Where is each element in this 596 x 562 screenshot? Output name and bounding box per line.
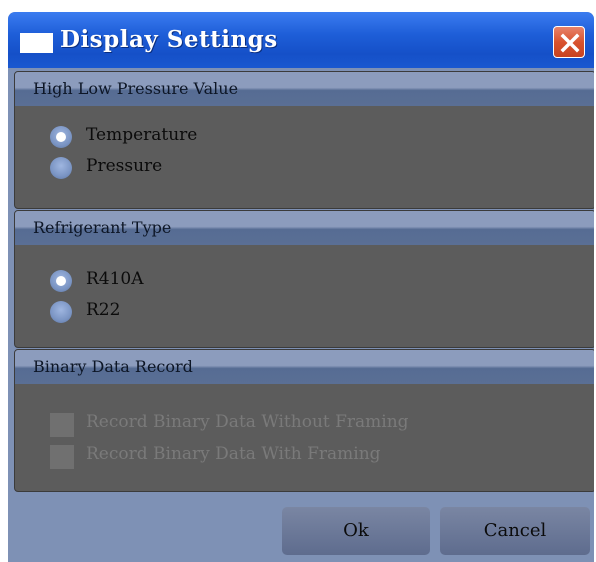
close-button[interactable] <box>553 26 585 58</box>
checkbox-label: Record Binary Data With Framing <box>86 444 381 464</box>
group-header: Refrigerant Type <box>15 211 594 245</box>
radio-label: Temperature <box>86 125 198 145</box>
group-title: Binary Data Record <box>33 357 193 376</box>
radio-label: Pressure <box>86 156 163 176</box>
checkbox-disabled[interactable] <box>50 413 74 437</box>
group-header: Binary Data Record <box>15 350 594 384</box>
close-icon <box>560 33 580 53</box>
group-high-low-pressure: High Low Pressure Value Temperature Pres… <box>14 71 594 209</box>
cancel-button[interactable]: Cancel <box>440 507 590 555</box>
window-title: Display Settings <box>60 26 278 53</box>
window-icon <box>20 33 53 53</box>
radio-button[interactable] <box>50 301 72 323</box>
radio-label: R22 <box>86 300 121 320</box>
radio-button[interactable] <box>50 157 72 179</box>
radio-label: R410A <box>86 269 144 289</box>
group-title: High Low Pressure Value <box>33 79 239 98</box>
group-title: Refrigerant Type <box>33 218 172 237</box>
title-bar[interactable]: Display Settings <box>8 12 594 68</box>
group-header: High Low Pressure Value <box>15 72 594 106</box>
checkbox-label: Record Binary Data Without Framing <box>86 412 409 432</box>
radio-button-checked[interactable] <box>50 270 72 292</box>
group-binary-data-record: Binary Data Record Record Binary Data Wi… <box>14 349 594 492</box>
radio-button-checked[interactable] <box>50 126 72 148</box>
checkbox-disabled[interactable] <box>50 445 74 469</box>
ok-button[interactable]: Ok <box>282 507 430 555</box>
display-settings-dialog: Display Settings High Low Pressure Value… <box>8 12 594 562</box>
group-refrigerant-type: Refrigerant Type R410A R22 <box>14 210 594 348</box>
